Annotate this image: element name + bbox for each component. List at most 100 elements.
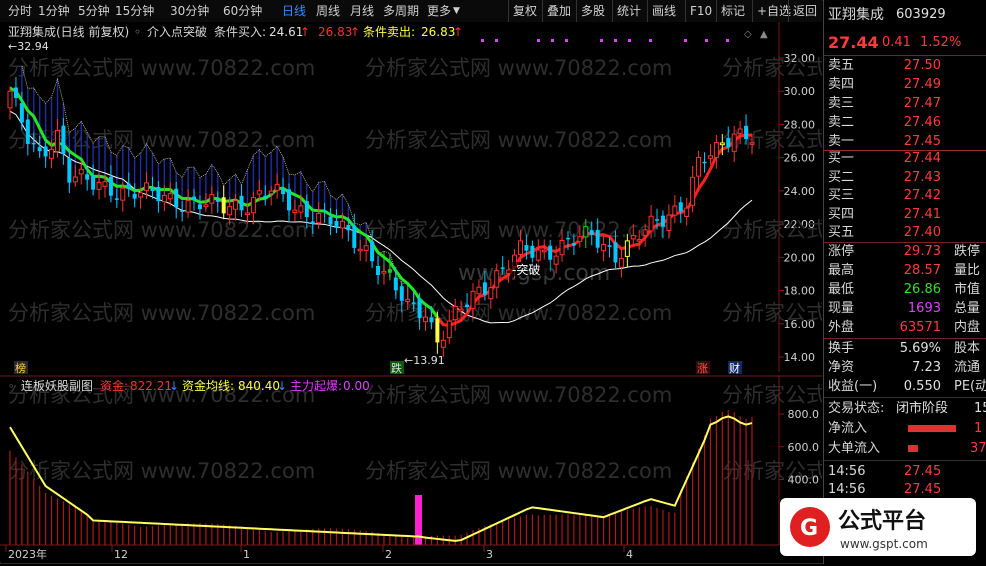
candle-down[interactable]: [310, 221, 315, 224]
ask-row[interactable]: 卖一 27.45: [824, 133, 986, 151]
candle-down[interactable]: [156, 186, 161, 202]
candle-down[interactable]: [25, 119, 30, 144]
candle-down[interactable]: [376, 265, 381, 276]
candle-down[interactable]: [565, 237, 570, 240]
candle-down[interactable]: [613, 242, 618, 263]
bid-row[interactable]: 买四 27.41: [824, 206, 986, 224]
candle-up[interactable]: [737, 128, 743, 134]
candle-down[interactable]: [150, 187, 155, 192]
toolbar-btn-0[interactable]: 复权: [513, 3, 537, 19]
candle-up[interactable]: [684, 207, 690, 217]
candle-up[interactable]: [672, 205, 678, 216]
candle-up[interactable]: [256, 190, 262, 195]
candle-down[interactable]: [61, 125, 66, 154]
candle-up[interactable]: [54, 129, 60, 152]
candle-up[interactable]: [690, 176, 696, 206]
candle-up[interactable]: [72, 176, 78, 183]
toolbar-btn-2[interactable]: 多股: [581, 3, 605, 19]
candle-up[interactable]: [138, 192, 144, 198]
period-tab-2[interactable]: 5分钟: [78, 3, 110, 19]
candle-up[interactable]: [244, 212, 250, 215]
period-tab-7[interactable]: 周线: [316, 3, 340, 19]
candle-down[interactable]: [85, 174, 90, 180]
candle-down[interactable]: [304, 201, 309, 218]
candle-up[interactable]: [381, 270, 387, 274]
candle-up[interactable]: [167, 193, 173, 200]
candle-up[interactable]: [488, 287, 494, 300]
candle-down[interactable]: [114, 198, 119, 200]
candle-down[interactable]: [263, 195, 268, 198]
panel-up-icon[interactable]: ▲: [760, 29, 768, 40]
tag-cai[interactable]: 财: [729, 361, 740, 375]
candle-up[interactable]: [648, 215, 654, 232]
candle-up[interactable]: [357, 248, 363, 252]
period-tab-5[interactable]: 60分钟: [223, 3, 262, 19]
tag-bang[interactable]: 榜: [15, 361, 26, 375]
candle-up[interactable]: [577, 236, 583, 242]
candle-up[interactable]: [102, 181, 108, 187]
candle-up[interactable]: [749, 142, 755, 145]
candle-down[interactable]: [399, 286, 404, 301]
candle-down[interactable]: [571, 243, 576, 246]
candle-down[interactable]: [393, 277, 398, 291]
bid-row[interactable]: 买二 27.43: [824, 169, 986, 187]
candle-down[interactable]: [132, 193, 137, 199]
candle-up[interactable]: [618, 258, 624, 268]
candle-up[interactable]: [541, 249, 547, 253]
period-tab-0[interactable]: 分时: [8, 3, 32, 19]
candle-up[interactable]: [494, 270, 500, 288]
candle-up[interactable]: [209, 194, 215, 204]
candle-down[interactable]: [174, 188, 179, 208]
period-tab-3[interactable]: 15分钟: [115, 3, 154, 19]
ask-row[interactable]: 卖五 27.50: [824, 57, 986, 75]
candle-up[interactable]: [161, 194, 167, 203]
candle-up[interactable]: [292, 209, 298, 213]
candle-up[interactable]: [339, 220, 345, 229]
ask-row[interactable]: 卖三 27.47: [824, 95, 986, 113]
candle-up[interactable]: [405, 298, 411, 303]
candle-down[interactable]: [482, 282, 487, 295]
period-tab-6[interactable]: 日线: [282, 3, 306, 19]
chart-svg[interactable]: 亚翔集成(日线 前复权) ◦ 介入点突破 条件买入: 24.61 ↑ 26.83…: [0, 22, 986, 562]
candle-up[interactable]: [203, 204, 209, 208]
toolbar-btn-7[interactable]: +自选: [757, 3, 791, 19]
period-tab-1[interactable]: 1分钟: [38, 3, 70, 19]
candle-down[interactable]: [352, 225, 357, 248]
candle-down[interactable]: [500, 267, 505, 269]
candle-down[interactable]: [370, 241, 375, 262]
candle-down[interactable]: [286, 189, 291, 211]
toolbar-btn-6[interactable]: 标记: [721, 3, 745, 19]
candle-down[interactable]: [655, 219, 660, 221]
candle-down[interactable]: [221, 197, 226, 214]
candle-down[interactable]: [37, 147, 42, 152]
period-tab-4[interactable]: 30分钟: [170, 3, 209, 19]
candle-up[interactable]: [452, 305, 458, 321]
candle-up[interactable]: [423, 316, 429, 323]
candle-down[interactable]: [465, 304, 470, 308]
candle-up[interactable]: [274, 183, 280, 191]
ask-row[interactable]: 卖二 27.46: [824, 114, 986, 132]
candle-up[interactable]: [553, 255, 559, 265]
bid-row[interactable]: 买五 27.40: [824, 224, 986, 242]
candle-up[interactable]: [185, 200, 191, 213]
candle-up[interactable]: [49, 148, 55, 159]
candle-up[interactable]: [363, 245, 369, 251]
candle-up[interactable]: [7, 90, 13, 109]
toolbar-btn-1[interactable]: 叠加: [547, 3, 571, 19]
candle-up[interactable]: [642, 229, 648, 236]
candle-up[interactable]: [316, 213, 322, 224]
candle-down[interactable]: [346, 225, 351, 231]
candle-up[interactable]: [696, 156, 702, 177]
candle-up[interactable]: [78, 168, 84, 175]
toolbar-btn-3[interactable]: 统计: [617, 3, 641, 19]
candle-up[interactable]: [440, 339, 446, 348]
candle-down[interactable]: [660, 215, 665, 227]
toolbar-btn-4[interactable]: 画线: [652, 3, 676, 19]
candle-up[interactable]: [624, 240, 630, 257]
candle-down[interactable]: [530, 245, 535, 258]
candle-up[interactable]: [144, 182, 150, 191]
candle-up[interactable]: [535, 249, 541, 261]
candle-down[interactable]: [281, 188, 286, 195]
candle-down[interactable]: [19, 103, 24, 123]
candle-up[interactable]: [446, 320, 452, 339]
